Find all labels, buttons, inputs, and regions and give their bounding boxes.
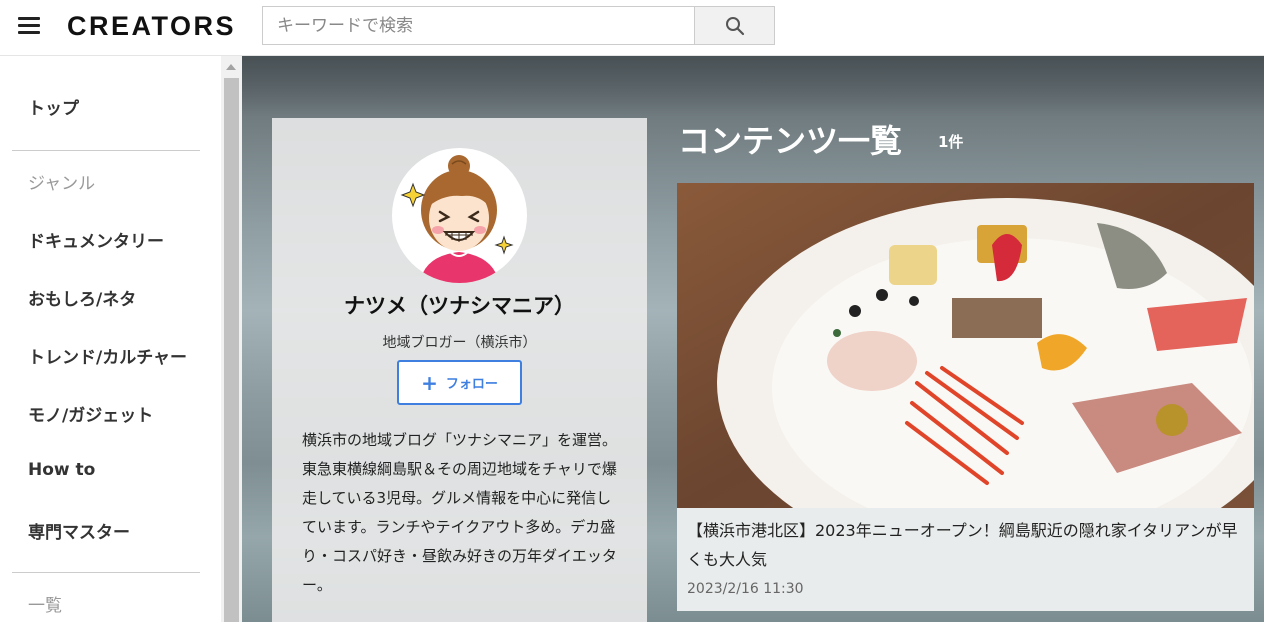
follow-button[interactable]: + フォロー — [397, 360, 522, 405]
site-logo[interactable]: CREATORS — [67, 11, 236, 42]
search-button[interactable] — [694, 6, 775, 45]
sidebar-scrollbar[interactable] — [221, 56, 242, 622]
sidebar-item-top[interactable]: トップ — [28, 94, 79, 119]
profile-name: ナツメ（ツナシマニア） — [344, 294, 575, 318]
sidebar-item-documentary[interactable]: ドキュメンタリー — [28, 227, 164, 252]
sidebar-divider — [12, 572, 200, 573]
profile-role: 地域ブロガー（横浜市） — [382, 335, 537, 351]
search-input[interactable] — [262, 6, 695, 45]
section-title: コンテンツ一覧 — [678, 122, 903, 160]
main-area: ナツメ（ツナシマニア） 地域ブロガー（横浜市） + フォロー 横浜市の地域ブログ… — [242, 56, 1264, 622]
menu-icon[interactable] — [18, 17, 40, 35]
profile-card: ナツメ（ツナシマニア） 地域ブロガー（横浜市） + フォロー 横浜市の地域ブログ… — [272, 118, 647, 622]
follow-label: フォロー — [445, 377, 498, 392]
scroll-thumb[interactable] — [224, 78, 239, 622]
content-card[interactable]: 【横浜市港北区】2023年ニューオープン！綱島駅近の隠れ家イタリアンが早くも大人… — [677, 183, 1254, 611]
content-thumbnail[interactable] — [677, 183, 1254, 508]
plus-icon: + — [421, 370, 438, 395]
profile-bio: 横浜市の地域ブログ「ツナシマニア」を運営。東急東横線綱島駅＆その周辺地域をチャリ… — [302, 431, 618, 594]
header: CREATORS — [0, 0, 1264, 56]
search-icon — [725, 16, 744, 35]
sidebar-item-howto[interactable]: How to — [28, 460, 95, 480]
avatar-illustration — [400, 155, 514, 283]
content-count: 1件 — [938, 133, 964, 151]
sidebar-item-gadget[interactable]: モノ/ガジェット — [28, 401, 153, 426]
scroll-up-icon[interactable] — [226, 64, 236, 70]
content-title[interactable]: 【横浜市港北区】2023年ニューオープン！綱島駅近の隠れ家イタリアンが早くも大人… — [687, 516, 1247, 574]
sidebar-heading-list: 一覧 — [28, 596, 62, 616]
sidebar-item-trend[interactable]: トレンド/カルチャー — [28, 343, 187, 368]
sidebar: トップ ジャンル ドキュメンタリー おもしろ/ネタ トレンド/カルチャー モノ/… — [0, 56, 221, 622]
sidebar-divider — [12, 150, 200, 151]
sidebar-heading-genre: ジャンル — [28, 174, 96, 194]
sidebar-item-expert[interactable]: 専門マスター — [28, 518, 130, 543]
sidebar-item-funny[interactable]: おもしろ/ネタ — [28, 285, 136, 310]
food-plate-photo — [677, 183, 1254, 508]
content-date: 2023/2/16 11:30 — [687, 581, 804, 597]
avatar — [392, 148, 527, 283]
